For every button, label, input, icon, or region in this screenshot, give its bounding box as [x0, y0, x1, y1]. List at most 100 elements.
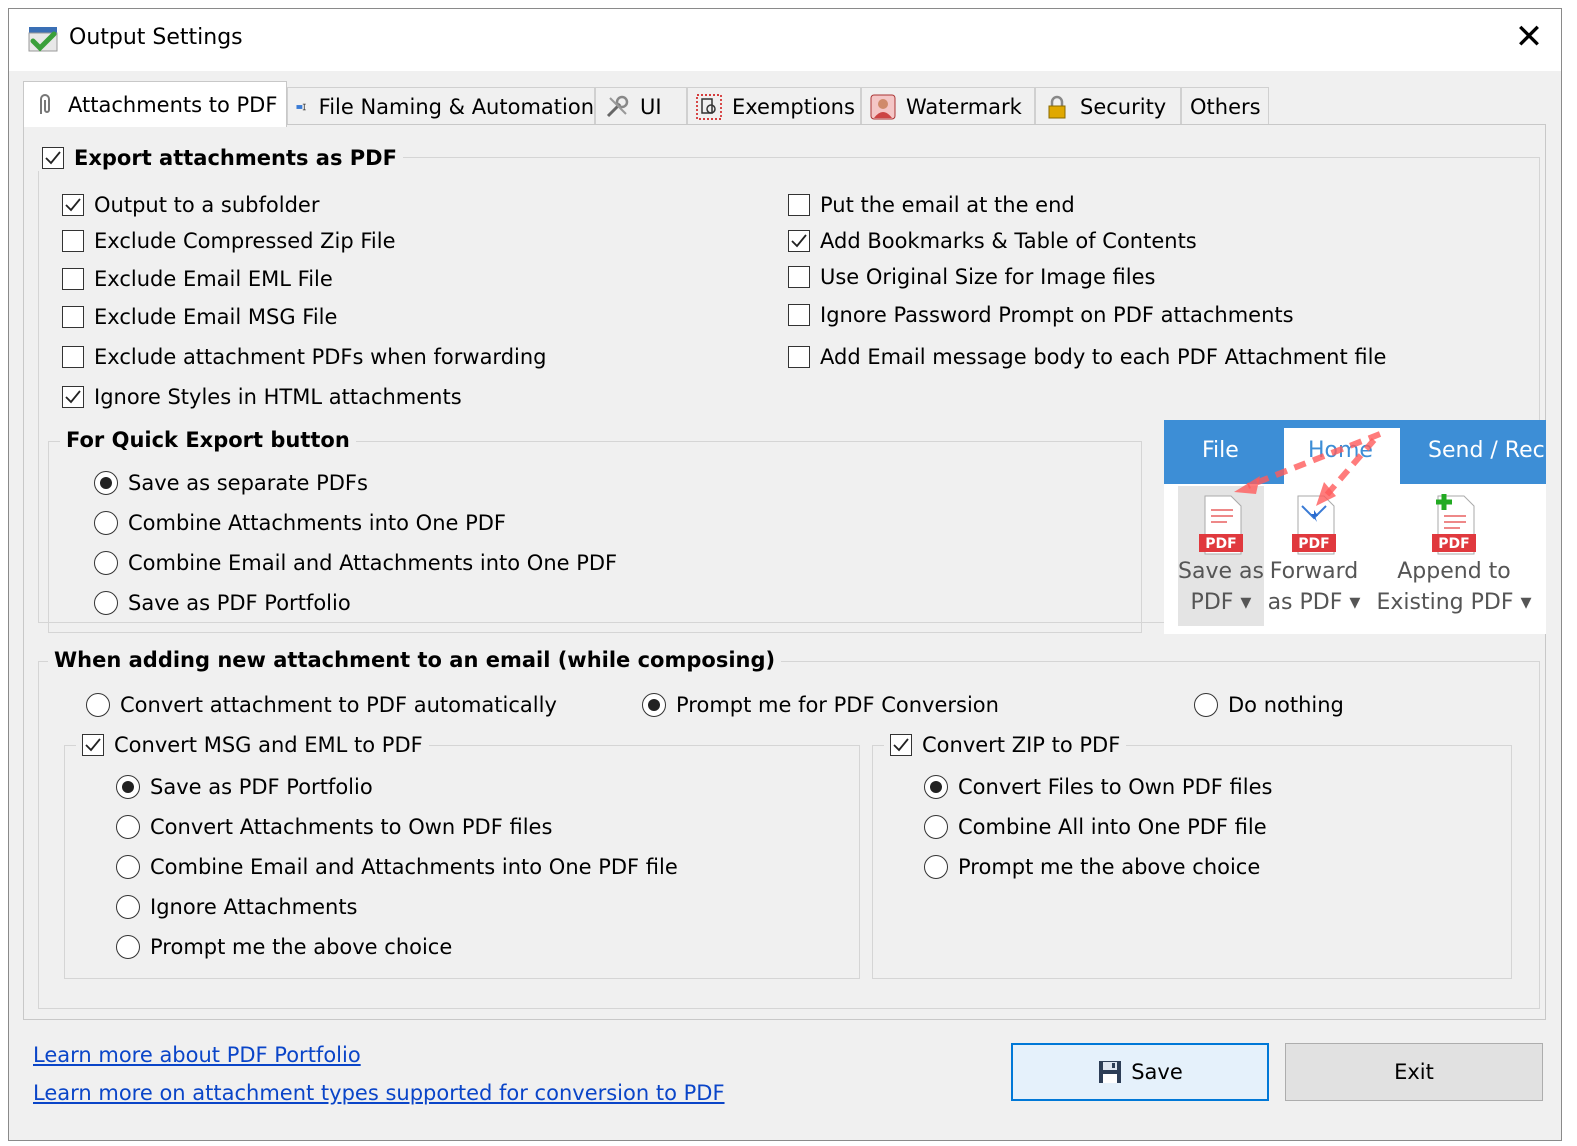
option-label: Exclude attachment PDFs when forwarding [94, 345, 547, 369]
radio-combine-attachments[interactable]: Combine Attachments into One PDF [94, 511, 506, 535]
output-settings-window: Output Settings ✕ Attachments to PDF Fil… [8, 8, 1562, 1141]
option-label: Combine Email and Attachments into One P… [150, 855, 678, 879]
link-attachment-types[interactable]: Learn more on attachment types supported… [33, 1081, 725, 1105]
radio[interactable] [94, 551, 118, 575]
option-exclude-msg[interactable]: Exclude Email MSG File [62, 305, 337, 329]
tab-label: Others [1190, 94, 1261, 119]
checkbox[interactable] [62, 230, 84, 252]
radio-msg-combine[interactable]: Combine Email and Attachments into One P… [116, 855, 678, 879]
checkbox[interactable] [788, 346, 810, 368]
radio-combine-email-attachments[interactable]: Combine Email and Attachments into One P… [94, 551, 617, 575]
tab-ui[interactable]: UI [595, 87, 687, 125]
checkbox[interactable] [788, 266, 810, 288]
save-button[interactable]: Save [1011, 1043, 1269, 1101]
watermark-person-icon [870, 94, 896, 119]
zip-header[interactable]: Convert ZIP to PDF [884, 733, 1127, 757]
exit-button[interactable]: Exit [1285, 1043, 1543, 1101]
option-add-message-body[interactable]: Add Email message body to each PDF Attac… [788, 345, 1386, 369]
radio-msg-prompt[interactable]: Prompt me the above choice [116, 935, 452, 959]
radio[interactable] [1194, 693, 1218, 717]
tab-others[interactable]: Others [1181, 87, 1269, 125]
option-label: Do nothing [1228, 693, 1344, 717]
tab-label: File Naming & Automation [318, 94, 594, 119]
radio[interactable] [94, 591, 118, 615]
radio[interactable] [86, 693, 110, 717]
checkbox[interactable] [62, 194, 84, 216]
export-attachments-checkbox[interactable] [42, 147, 64, 169]
option-exclude-zip[interactable]: Exclude Compressed Zip File [62, 229, 396, 253]
link-pdf-portfolio[interactable]: Learn more about PDF Portfolio [33, 1043, 361, 1067]
radio-pdf-portfolio[interactable]: Save as PDF Portfolio [94, 591, 351, 615]
radio[interactable] [116, 855, 140, 879]
option-email-at-end[interactable]: Put the email at the end [788, 193, 1075, 217]
option-label: Put the email at the end [820, 193, 1075, 217]
quick-export-title: For Quick Export button [60, 427, 356, 453]
checkbox[interactable] [62, 386, 84, 408]
radio[interactable] [924, 775, 948, 799]
tab-label: Security [1080, 94, 1167, 119]
radio[interactable] [116, 895, 140, 919]
close-icon[interactable]: ✕ [1511, 19, 1547, 55]
option-ignore-styles[interactable]: Ignore Styles in HTML attachments [62, 385, 462, 409]
checkbox[interactable] [62, 268, 84, 290]
option-ignore-password[interactable]: Ignore Password Prompt on PDF attachment… [788, 303, 1294, 327]
option-label: Convert attachment to PDF automatically [120, 693, 557, 717]
radio-do-nothing[interactable]: Do nothing [1194, 693, 1344, 717]
tab-security[interactable]: Security [1035, 87, 1181, 125]
radio[interactable] [116, 775, 140, 799]
radio-msg-ignore[interactable]: Ignore Attachments [116, 895, 358, 919]
radio-separate-pdfs[interactable]: Save as separate PDFs [94, 471, 368, 495]
option-exclude-eml[interactable]: Exclude Email EML File [62, 267, 333, 291]
window-title: Output Settings [69, 25, 243, 50]
option-label: Ignore Attachments [150, 895, 358, 919]
radio-zip-combine[interactable]: Combine All into One PDF file [924, 815, 1267, 839]
floppy-disk-icon [1099, 1061, 1122, 1083]
tools-icon [606, 95, 629, 117]
radio-zip-own-pdf[interactable]: Convert Files to Own PDF files [924, 775, 1272, 799]
option-output-subfolder[interactable]: Output to a subfolder [62, 193, 319, 217]
tab-label: UI [640, 94, 662, 119]
radio-msg-portfolio[interactable]: Save as PDF Portfolio [116, 775, 373, 799]
radio[interactable] [642, 693, 666, 717]
radio[interactable] [924, 855, 948, 879]
option-label: Combine Email and Attachments into One P… [128, 551, 618, 575]
checkbox[interactable] [788, 230, 810, 252]
radio-zip-prompt[interactable]: Prompt me the above choice [924, 855, 1260, 879]
ribbon-preview-image: File Home Send / Rece PDF Save as PDF ▾ … [1164, 420, 1546, 634]
option-label: Exclude Email MSG File [94, 305, 338, 329]
export-attachments-label: Export attachments as PDF [74, 146, 397, 170]
tab-attachments-to-pdf[interactable]: Attachments to PDF [23, 81, 287, 127]
checkbox[interactable] [62, 306, 84, 328]
option-label: Ignore Password Prompt on PDF attachment… [820, 303, 1294, 327]
tab-exemptions[interactable]: Exemptions [687, 87, 861, 125]
radio[interactable] [116, 815, 140, 839]
checkbox[interactable] [788, 194, 810, 216]
radio-convert-automatically[interactable]: Convert attachment to PDF automatically [86, 693, 557, 717]
option-exclude-attachment-pdfs[interactable]: Exclude attachment PDFs when forwarding [62, 345, 547, 369]
radio-msg-own-pdf[interactable]: Convert Attachments to Own PDF files [116, 815, 552, 839]
option-label: Save as PDF Portfolio [128, 591, 351, 615]
radio[interactable] [116, 935, 140, 959]
zip-checkbox[interactable] [890, 734, 912, 756]
msg-eml-checkbox[interactable] [82, 734, 104, 756]
option-original-image-size[interactable]: Use Original Size for Image files [788, 265, 1155, 289]
radio[interactable] [94, 511, 118, 535]
option-label: Add Bookmarks & Table of Contents [820, 229, 1197, 253]
radio-prompt-conversion[interactable]: Prompt me for PDF Conversion [642, 693, 999, 717]
tab-label: Exemptions [732, 94, 855, 119]
tab-file-naming[interactable]: File Naming & Automation [287, 87, 595, 125]
checkbox[interactable] [788, 304, 810, 326]
exit-button-label: Exit [1394, 1060, 1434, 1084]
option-label: Exclude Compressed Zip File [94, 229, 396, 253]
msg-eml-header[interactable]: Convert MSG and EML to PDF [76, 733, 429, 757]
option-label: Prompt me for PDF Conversion [676, 693, 999, 717]
option-bookmarks-toc[interactable]: Add Bookmarks & Table of Contents [788, 229, 1197, 253]
export-attachments-header: Export attachments as PDF [36, 145, 403, 171]
checkbox[interactable] [62, 346, 84, 368]
radio[interactable] [924, 815, 948, 839]
text-field-icon [296, 103, 306, 110]
option-label: Exclude Email EML File [94, 267, 333, 291]
tab-watermark[interactable]: Watermark [861, 87, 1035, 125]
radio[interactable] [94, 471, 118, 495]
option-label: Convert Files to Own PDF files [958, 775, 1273, 799]
